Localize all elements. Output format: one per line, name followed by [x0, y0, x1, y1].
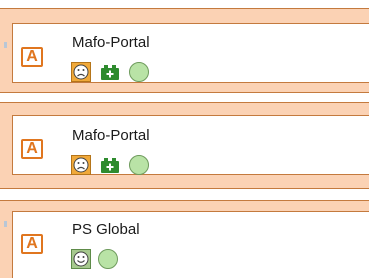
drag-handle-marker: [4, 221, 7, 227]
card-mafo-portal-2[interactable]: A Mafo-Portal: [0, 102, 369, 189]
card-ps-global[interactable]: A PS Global: [0, 200, 369, 278]
drag-handle-marker: [4, 42, 7, 48]
card-body[interactable]: [12, 211, 369, 278]
status-row: [71, 155, 181, 175]
card-title: PS Global: [72, 221, 140, 238]
card-list: A Mafo-Portal A Mafo-Portal A PS Global: [0, 0, 369, 278]
happy-face-icon[interactable]: [71, 249, 91, 269]
card-body[interactable]: [12, 115, 369, 175]
sad-face-icon[interactable]: [71, 155, 91, 175]
battery-icon[interactable]: [99, 62, 121, 82]
type-a-icon: A: [21, 234, 43, 254]
green-circle-icon[interactable]: [129, 155, 149, 175]
status-row: [71, 62, 181, 82]
green-circle-icon[interactable]: [98, 249, 118, 269]
type-a-icon: A: [21, 139, 43, 159]
green-circle-icon[interactable]: [129, 62, 149, 82]
sad-face-icon[interactable]: [71, 62, 91, 82]
type-a-icon: A: [21, 47, 43, 67]
card-title: Mafo-Portal: [72, 34, 150, 51]
card-body[interactable]: [12, 23, 369, 83]
card-title: Mafo-Portal: [72, 127, 150, 144]
status-row: [71, 249, 151, 269]
battery-icon[interactable]: [99, 155, 121, 175]
card-mafo-portal-1[interactable]: A Mafo-Portal: [0, 8, 369, 93]
